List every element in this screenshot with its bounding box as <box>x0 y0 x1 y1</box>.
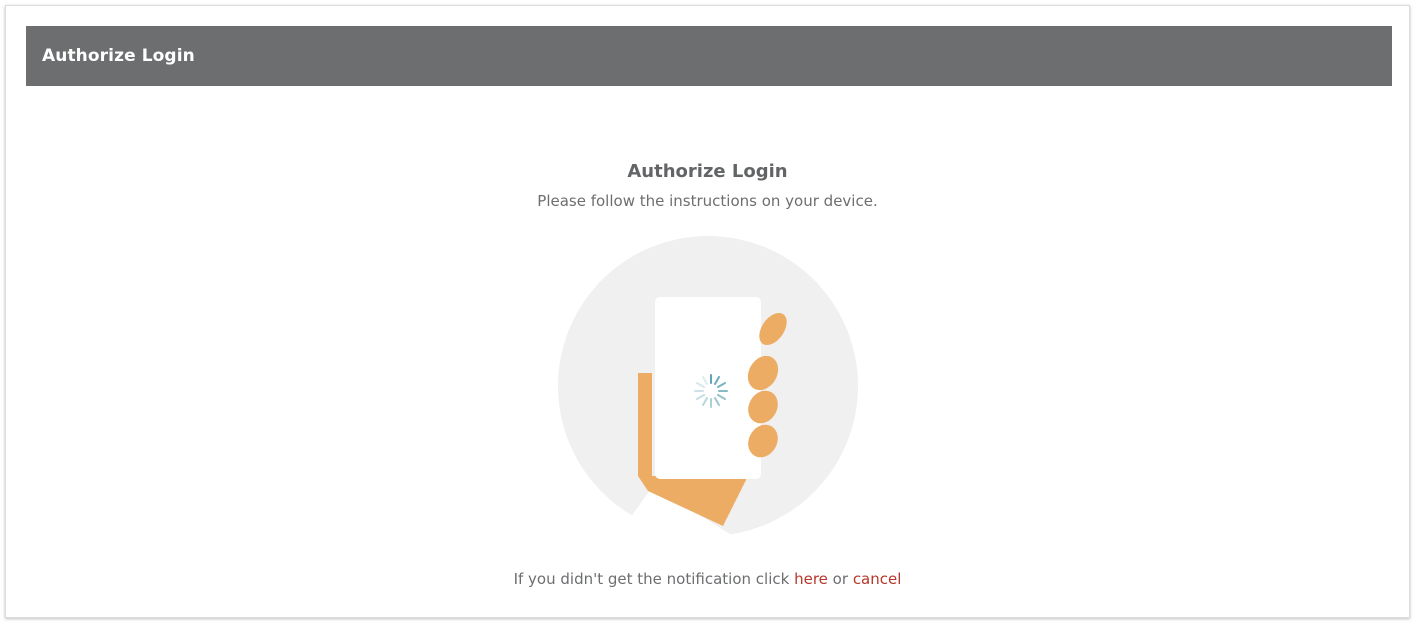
page-subtitle: Please follow the instructions on your d… <box>537 192 878 210</box>
resend-here-link[interactable]: here <box>794 570 828 588</box>
cancel-link[interactable]: cancel <box>853 570 902 588</box>
auth-card: Authorize Login Authorize Login Please f… <box>5 5 1410 618</box>
help-conjunction: or <box>832 570 849 588</box>
phone-screen <box>655 297 761 479</box>
hand-holding-phone-icon <box>558 236 858 538</box>
notification-help-text: If you didn't get the notification click… <box>6 570 1409 588</box>
header-bar: Authorize Login <box>26 26 1392 86</box>
header-title: Authorize Login <box>42 46 195 66</box>
help-prefix: If you didn't get the notification click <box>513 570 790 588</box>
page-title: Authorize Login <box>627 161 788 182</box>
